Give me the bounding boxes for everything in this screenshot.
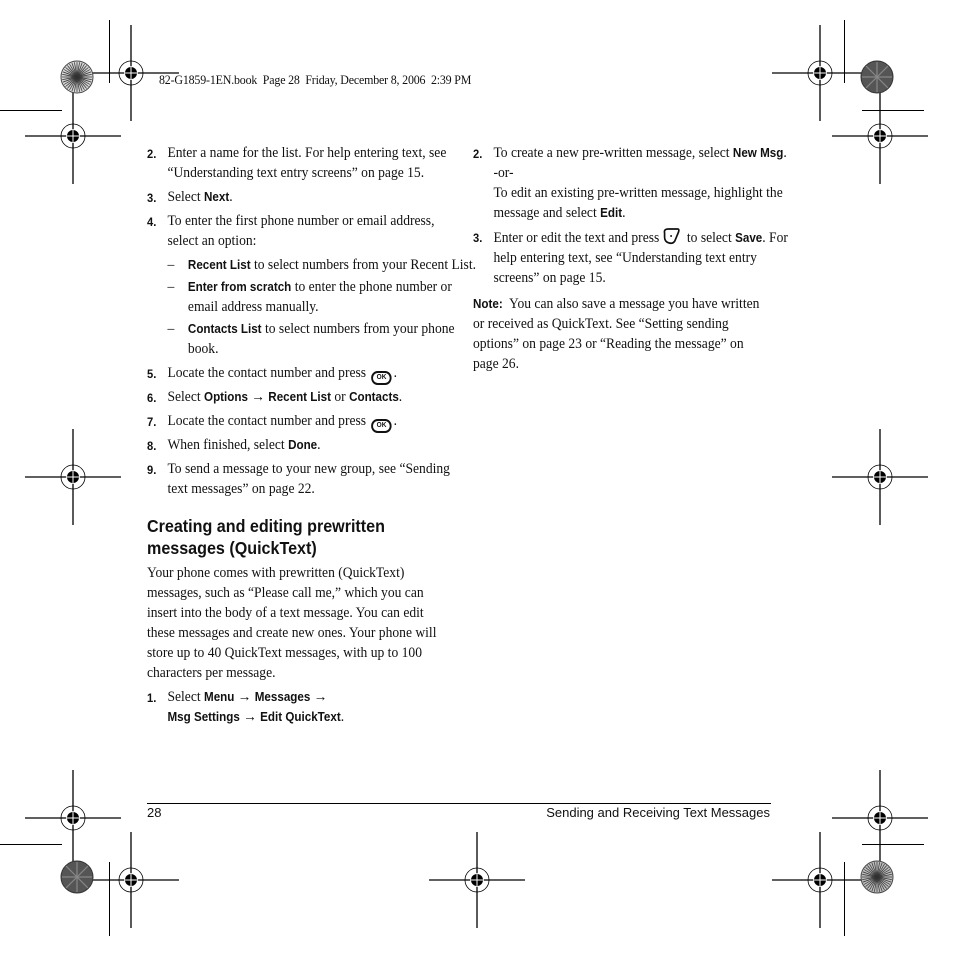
step-text: Enter or edit the text and press bbox=[493, 230, 660, 246]
step-number: 1. bbox=[147, 691, 157, 705]
menu-option-recent-list: Recent List bbox=[268, 390, 331, 404]
step-text: Enter a name for the list. For help ente… bbox=[167, 145, 447, 181]
step-text: Locate the contact number and press bbox=[167, 413, 367, 429]
step-text: Select bbox=[167, 389, 205, 405]
arrow: → bbox=[247, 389, 269, 405]
footer-rule bbox=[147, 803, 771, 804]
step-number: 3. bbox=[147, 191, 157, 205]
menu-option-edit-quicktext: Edit QuickText bbox=[260, 710, 341, 724]
note-text: You can also save a message you have wri… bbox=[473, 296, 760, 372]
section-title: Sending and Receiving Text Messages bbox=[546, 805, 770, 820]
step-text: Select bbox=[167, 189, 205, 205]
menu-option-enter-from-scratch: Enter from scratch bbox=[187, 280, 292, 294]
step-item: 3. Select Next. bbox=[147, 187, 462, 207]
option-text: to select numbers from your Recent List. bbox=[250, 257, 476, 273]
step-item: 4. To enter the first phone number or em… bbox=[147, 211, 462, 251]
registration-mark-icon bbox=[830, 427, 930, 527]
menu-option-options: Options bbox=[204, 390, 248, 404]
step-item: 5. Locate the contact number and press O… bbox=[147, 363, 462, 385]
color-wheel-dark-icon bbox=[60, 860, 94, 899]
note: Note: You can also save a message you ha… bbox=[473, 294, 768, 374]
step-item: 6. Select Options → Recent List or Conta… bbox=[147, 387, 462, 407]
step-item: 1. Select Menu → Messages → Msg Settings … bbox=[147, 687, 462, 727]
section-heading: Creating and editing prewritten messages… bbox=[147, 516, 385, 558]
punctuation: . bbox=[340, 709, 345, 725]
step-text: To edit an existing pre-written message,… bbox=[493, 185, 783, 221]
color-wheel-light-icon bbox=[860, 860, 894, 899]
print-slug-line: 82-G1859-1EN.book Page 28 Friday, Decemb… bbox=[159, 72, 472, 87]
menu-option-menu: Menu bbox=[204, 690, 235, 704]
step-number: 3. bbox=[473, 231, 483, 245]
registration-mark-icon bbox=[770, 830, 870, 930]
registration-mark-icon bbox=[23, 427, 123, 527]
step-item: 8. When finished, select Done. bbox=[147, 435, 462, 455]
menu-option-recent-list: Recent List bbox=[187, 258, 251, 272]
left-column: 2. Enter a name for the list. For help e… bbox=[147, 143, 476, 731]
menu-option-edit: Edit bbox=[600, 206, 623, 220]
ok-key-label: OK bbox=[376, 422, 387, 429]
color-wheel-light-icon bbox=[60, 60, 94, 99]
punctuation: . bbox=[393, 413, 398, 429]
step-item: 7. Locate the contact number and press O… bbox=[147, 411, 462, 433]
menu-option-messages: Messages bbox=[254, 690, 311, 704]
punctuation: . bbox=[229, 189, 233, 205]
menu-option-contacts-list: Contacts List bbox=[187, 322, 262, 336]
step-text: or bbox=[330, 389, 350, 405]
step-number: 2. bbox=[147, 147, 157, 161]
dash-bullet: – bbox=[167, 321, 175, 337]
right-column: 2. To create a new pre-written message, … bbox=[473, 143, 788, 378]
step-item: 2. Enter a name for the list. For help e… bbox=[147, 143, 462, 183]
ok-key-icon: OK bbox=[371, 371, 392, 385]
registration-mark-icon bbox=[427, 830, 527, 930]
arrow: → bbox=[310, 689, 328, 705]
step-item: 3. Enter or edit the text and press to s… bbox=[473, 227, 788, 288]
option-item: – Contacts List to select numbers from y… bbox=[147, 319, 482, 359]
step-text: When finished, select bbox=[167, 437, 289, 453]
menu-option-new-msg: New Msg bbox=[732, 146, 784, 160]
punctuation: . bbox=[398, 389, 403, 405]
arrow: → bbox=[234, 689, 255, 705]
arrow: → bbox=[239, 709, 261, 725]
punctuation: . bbox=[393, 365, 398, 381]
menu-option-save: Save bbox=[735, 231, 763, 245]
menu-option-contacts: Contacts bbox=[349, 390, 399, 404]
menu-option-next: Next bbox=[204, 190, 230, 204]
step-number: 2. bbox=[473, 147, 483, 161]
step-text: To enter the first phone number or email… bbox=[167, 213, 435, 249]
step-number: 9. bbox=[147, 463, 157, 477]
step-item: 9. To send a message to your new group, … bbox=[147, 459, 462, 499]
punctuation: . bbox=[317, 437, 321, 453]
step-number: 8. bbox=[147, 439, 157, 453]
step-text: To create a new pre-written message, sel… bbox=[493, 145, 733, 161]
menu-option-done: Done bbox=[288, 438, 318, 452]
step-number: 4. bbox=[147, 215, 157, 229]
step-text: To send a message to your new group, see… bbox=[167, 461, 450, 497]
step-number: 7. bbox=[147, 415, 157, 429]
intro-paragraph: Your phone comes with prewritten (QuickT… bbox=[147, 565, 437, 681]
step-text: Select bbox=[167, 689, 205, 705]
dash-bullet: – bbox=[167, 279, 175, 295]
step-number: 6. bbox=[147, 391, 157, 405]
option-item: – Enter from scratch to enter the phone … bbox=[147, 277, 482, 317]
ok-key-icon: OK bbox=[371, 419, 392, 433]
menu-option-msg-settings: Msg Settings bbox=[167, 710, 240, 724]
note-label: Note: bbox=[473, 297, 503, 311]
punctuation: . bbox=[783, 145, 787, 161]
registration-mark-icon bbox=[830, 86, 930, 186]
ok-key-label: OK bbox=[376, 374, 387, 381]
option-item: – Recent List to select numbers from you… bbox=[147, 255, 482, 275]
punctuation: . bbox=[622, 205, 626, 221]
right-softkey-icon bbox=[662, 227, 681, 245]
registration-mark-icon bbox=[81, 830, 181, 930]
step-text: to select bbox=[683, 230, 736, 246]
step-item: 2. To create a new pre-written message, … bbox=[473, 143, 788, 223]
registration-mark-icon bbox=[23, 86, 123, 186]
color-wheel-dark-icon bbox=[860, 60, 894, 99]
step-number: 5. bbox=[147, 367, 157, 381]
or-separator: -or- bbox=[493, 165, 514, 181]
page-number: 28 bbox=[147, 805, 162, 820]
step-text: Locate the contact number and press bbox=[167, 365, 367, 381]
dash-bullet: – bbox=[167, 257, 175, 273]
